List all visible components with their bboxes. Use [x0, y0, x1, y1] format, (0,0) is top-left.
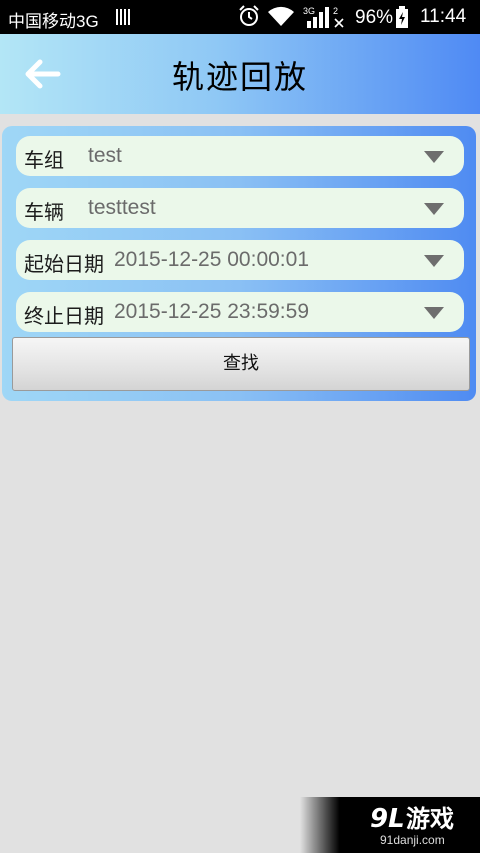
sim-icon [116, 9, 130, 25]
watermark-logo: 9L 游戏 [370, 804, 454, 833]
dropdown-arrow-icon [424, 255, 444, 267]
vehicle-value: testtest [88, 196, 156, 219]
signal-3g-icon: 3G [303, 6, 329, 28]
svg-text:9L: 9L [370, 804, 405, 833]
title-bar: 轨迹回放 [0, 34, 480, 114]
vehicle-group-value: test [88, 144, 122, 167]
start-date-label: 起始日期 [24, 252, 104, 276]
svg-text:游戏: 游戏 [406, 805, 454, 833]
vehicle-group-select[interactable]: 车组 test [16, 136, 464, 176]
search-button[interactable]: 查找 [12, 337, 470, 391]
vehicle-group-label: 车组 [24, 148, 64, 172]
vehicle-select[interactable]: 车辆 testtest [16, 188, 464, 228]
status-bar: 中国移动3G 3G 2 96% 11:44 [0, 0, 480, 34]
dropdown-arrow-icon [424, 203, 444, 215]
end-date-label: 终止日期 [24, 304, 104, 328]
wifi-icon [268, 6, 294, 27]
battery-percent: 96% [355, 7, 394, 28]
query-panel: 车组 test 车辆 testtest 起始日期 2015-12-25 00:0… [2, 126, 476, 401]
start-date-select[interactable]: 起始日期 2015-12-25 00:00:01 [16, 240, 464, 280]
end-date-select[interactable]: 终止日期 2015-12-25 23:59:59 [16, 292, 464, 332]
vehicle-label: 车辆 [24, 200, 64, 224]
dropdown-arrow-icon [424, 307, 444, 319]
svg-text:2: 2 [333, 6, 338, 16]
start-date-value: 2015-12-25 00:00:01 [114, 248, 309, 271]
battery-charging-icon [396, 6, 408, 28]
svg-text:3G: 3G [303, 6, 315, 16]
alarm-icon [239, 5, 259, 26]
carrier-label: 中国移动3G [8, 12, 99, 31]
page-title: 轨迹回放 [171, 58, 308, 96]
end-date-value: 2015-12-25 23:59:59 [114, 300, 309, 323]
watermark: 9L 游戏 91danji.com [300, 797, 480, 853]
signal-2g-icon: 2 [333, 6, 344, 28]
dropdown-arrow-icon [424, 151, 444, 163]
watermark-site: 91danji.com [380, 833, 445, 847]
clock: 11:44 [420, 6, 467, 27]
